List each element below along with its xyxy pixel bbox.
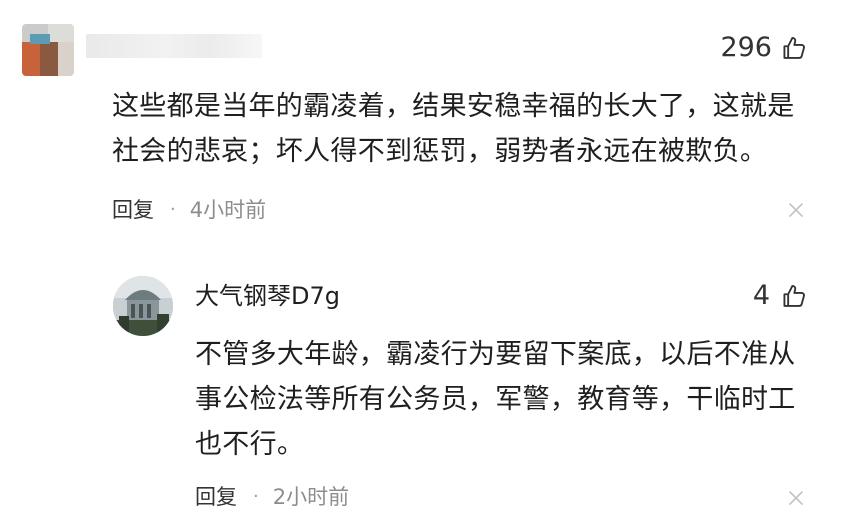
comment-thread: 296 这些都是当年的霸凌着，结果安稳幸福的长大了，这就是 社会的悲哀；坏人得不…: [0, 0, 854, 520]
comment-line: 也不行。: [195, 429, 305, 460]
like-count: 4: [752, 280, 770, 311]
comment-line: 事公检法等所有公务员，军警，教育等，干临时工: [195, 384, 796, 415]
author-name-blurred[interactable]: [86, 34, 262, 58]
comment-body: 这些都是当年的霸凌着，结果安稳幸福的长大了，这就是 社会的悲哀；坏人得不到惩罚，…: [112, 84, 795, 174]
comment-line: 社会的悲哀；坏人得不到惩罚，弱势者永远在被欺负。: [112, 136, 768, 167]
timestamp: 2小时前: [272, 485, 350, 509]
author-name[interactable]: 大气钢琴D7g: [195, 280, 340, 312]
thumbs-up-icon: [783, 285, 805, 307]
avatar[interactable]: [113, 276, 173, 336]
close-icon[interactable]: [788, 202, 804, 218]
like-button[interactable]: 4: [753, 280, 808, 312]
comment-body: 不管多大年龄，霸凌行为要留下案底，以后不准从 事公检法等所有公务员，军警，教育等…: [195, 332, 796, 467]
avatar-image: [113, 276, 173, 336]
avatar[interactable]: [22, 24, 74, 76]
separator: ·: [253, 485, 259, 507]
thumbs-up-icon: [783, 37, 805, 59]
reply-button[interactable]: 回复: [195, 481, 237, 511]
reply-button[interactable]: 回复: [112, 194, 154, 224]
comment-line: 不管多大年龄，霸凌行为要留下案底，以后不准从: [195, 339, 796, 370]
like-button[interactable]: 296: [720, 32, 808, 64]
separator: ·: [170, 198, 176, 220]
comment-meta: 回复 · 4小时前: [112, 194, 266, 224]
close-icon[interactable]: [788, 490, 804, 506]
timestamp: 4小时前: [189, 198, 267, 222]
like-count: 296: [720, 32, 772, 63]
comment-line: 这些都是当年的霸凌着，结果安稳幸福的长大了，这就是: [112, 91, 795, 122]
comment-meta: 回复 · 2小时前: [195, 481, 349, 511]
